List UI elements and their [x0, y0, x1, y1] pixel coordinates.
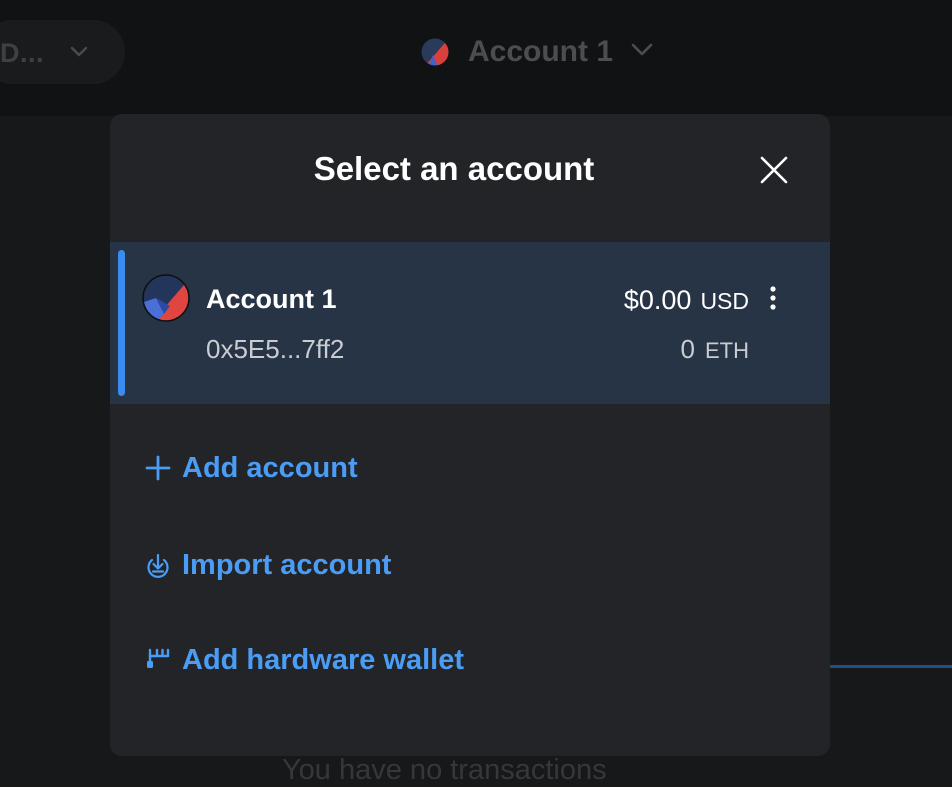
import-icon	[144, 551, 172, 579]
crypto-unit: ETH	[705, 338, 749, 363]
account-name: Account 1	[206, 284, 337, 314]
more-options-icon	[763, 286, 783, 318]
tab-underline	[830, 665, 952, 668]
account-avatar-icon	[420, 37, 450, 67]
close-icon	[756, 156, 792, 192]
account-menu-button[interactable]: Account 1	[420, 30, 655, 74]
hardware-wallet-icon	[144, 646, 172, 674]
add-account-label: Add account	[182, 451, 358, 484]
fiat-unit: USD	[700, 288, 749, 314]
import-account-button[interactable]: Import account	[144, 545, 391, 585]
header-account-name: Account 1	[468, 35, 614, 68]
network-label: D...	[0, 38, 45, 68]
chevron-down-icon	[69, 42, 89, 67]
account-address: 0x5E5...7ff2	[206, 334, 345, 364]
crypto-amount: 0	[680, 334, 695, 364]
plus-icon	[144, 454, 172, 482]
modal-title: Select an account	[313, 150, 595, 187]
no-transactions-text: You have no transactions	[282, 754, 607, 786]
selected-indicator	[118, 250, 125, 396]
import-account-label: Import account	[182, 548, 392, 581]
chevron-down-icon	[629, 37, 655, 68]
account-avatar-icon	[142, 274, 190, 322]
account-list-item[interactable]	[110, 242, 830, 404]
account-options-button[interactable]	[763, 284, 783, 314]
add-hardware-wallet-button[interactable]: Add hardware wallet	[144, 640, 464, 680]
add-account-button[interactable]: Add account	[144, 448, 358, 488]
fiat-amount: $0.00	[623, 285, 692, 315]
account-crypto-balance: 0 ETH	[681, 334, 749, 365]
top-bar: D... Account 1	[0, 0, 952, 116]
add-hardware-wallet-label: Add hardware wallet	[182, 643, 465, 676]
close-button[interactable]	[756, 152, 792, 188]
network-selector[interactable]: D...	[0, 20, 125, 84]
account-fiat-balance: $0.00 USD	[624, 285, 749, 316]
